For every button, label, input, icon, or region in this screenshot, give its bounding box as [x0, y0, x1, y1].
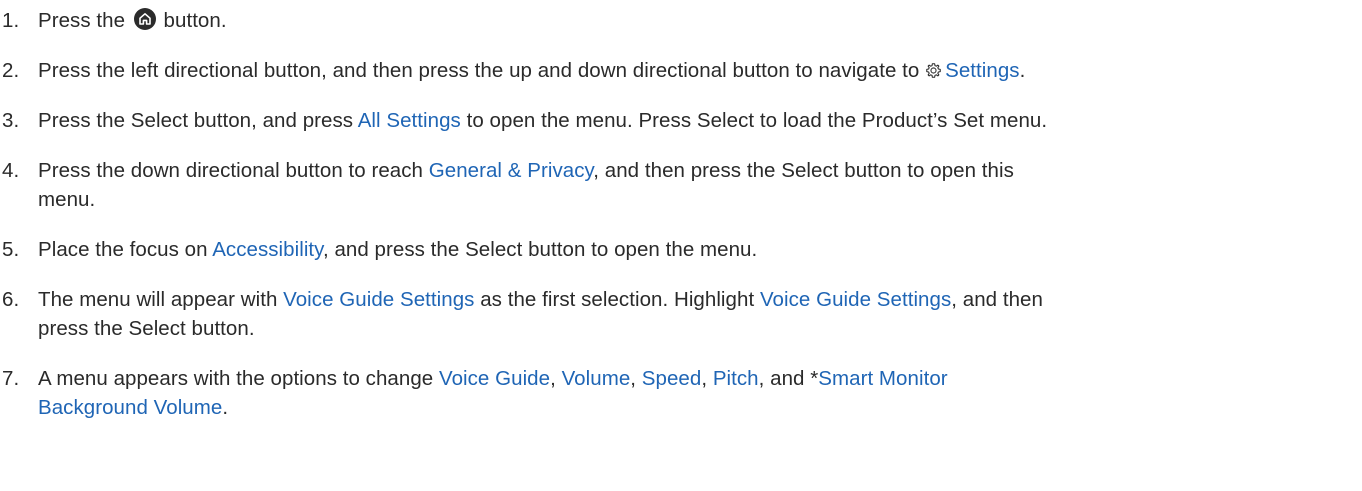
step-text: Press the left directional button, and t…: [38, 56, 1350, 85]
voice-guide-link[interactable]: Voice Guide: [439, 367, 550, 390]
pitch-link[interactable]: Pitch: [713, 367, 759, 390]
step-number: 6.: [2, 288, 20, 311]
step-text-part: button.: [157, 9, 227, 32]
gear-icon: [925, 58, 942, 78]
step-text-part: The menu will appear with: [38, 288, 284, 311]
step-text-part: ,: [630, 367, 642, 390]
all-settings-link[interactable]: All Settings: [358, 109, 461, 132]
step-number: 7.: [2, 367, 20, 390]
step-text-part: , and *: [758, 367, 819, 390]
step-text-part: menu.: [38, 188, 96, 211]
step-text-part: , and then press the Select button to op…: [593, 159, 1014, 182]
step-text-part: ,: [701, 367, 713, 390]
step-text-part: to open the menu. Press Select to load t…: [460, 109, 1048, 132]
step-text-part: Press the down directional button to rea…: [38, 159, 429, 182]
step-text-part: , and then: [951, 288, 1043, 311]
voice-guide-settings-link[interactable]: Voice Guide Settings: [760, 288, 951, 311]
smart-monitor-background-volume-link[interactable]: Background Volume: [38, 396, 222, 419]
speed-link[interactable]: Speed: [642, 367, 702, 390]
smart-monitor-background-volume-link[interactable]: Smart Monitor: [818, 367, 947, 390]
step-number: 4.: [2, 159, 20, 182]
step-text-part: , and press the Select button to open th…: [322, 238, 758, 261]
step-text: Press the button.: [38, 6, 1350, 35]
step-text: A menu appears with the options to chang…: [38, 364, 1350, 422]
step-number: 2.: [2, 59, 20, 82]
volume-link[interactable]: Volume: [562, 367, 631, 390]
step-text-part: A menu appears with the options to chang…: [38, 367, 439, 390]
step-text-part: ,: [550, 367, 562, 390]
step-number: 3.: [2, 109, 20, 132]
step-text-part: .: [222, 396, 229, 419]
step-text-part: Press the: [38, 9, 131, 32]
step-text: Press the down directional button to rea…: [38, 156, 1350, 214]
accessibility-link[interactable]: Accessibility: [212, 238, 323, 261]
voice-guide-settings-link[interactable]: Voice Guide Settings: [283, 288, 474, 311]
step-text: The menu will appear with Voice Guide Se…: [38, 285, 1350, 343]
step-text-part: Press the Select button, and press: [38, 109, 358, 132]
home-icon: [133, 8, 156, 30]
step-text-part: as the first selection. Highlight: [474, 288, 760, 311]
general-privacy-link[interactable]: General & Privacy: [429, 159, 594, 182]
step-text-part: .: [1019, 59, 1026, 82]
settings-link[interactable]: Settings: [945, 59, 1019, 82]
step-text-part: Place the focus on: [38, 238, 213, 261]
step-text-part: Press the left directional button, and t…: [38, 59, 926, 82]
step-text: Place the focus on Accessibility, and pr…: [38, 235, 1350, 264]
step-text: Press the Select button, and press All S…: [38, 106, 1350, 135]
step-text-part: press the Select button.: [38, 317, 255, 340]
step-number: 5.: [2, 238, 20, 261]
step-number: 1.: [2, 9, 20, 32]
